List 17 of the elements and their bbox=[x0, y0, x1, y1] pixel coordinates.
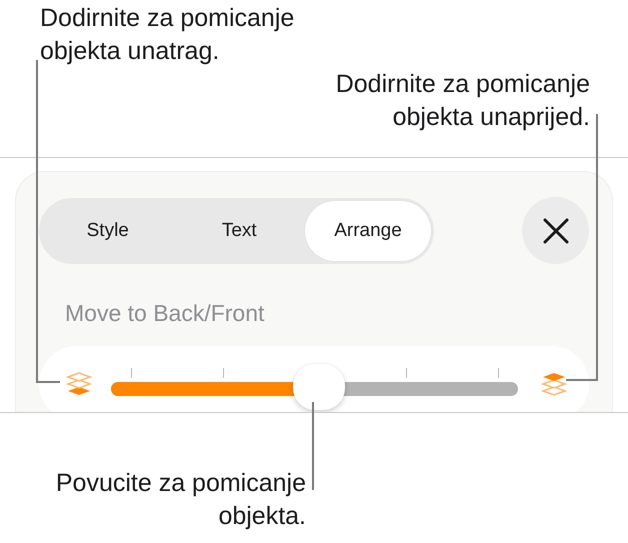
tick-mark bbox=[498, 368, 499, 378]
callout-text: Povucite za pomicanje objekta. bbox=[56, 469, 306, 530]
send-backward-button[interactable] bbox=[66, 372, 92, 396]
slider-thumb[interactable] bbox=[292, 364, 345, 410]
tick-mark bbox=[406, 368, 408, 378]
tab[interactable]: Text bbox=[174, 200, 305, 260]
bring-forward-button[interactable] bbox=[541, 372, 567, 396]
tab[interactable]: Style bbox=[42, 200, 174, 260]
tab[interactable]: Arrange bbox=[305, 200, 431, 260]
callout-text: Dodirnite za pomicanje objekta unatrag. bbox=[40, 4, 294, 65]
layers-icon bbox=[66, 372, 92, 396]
layers-icon bbox=[541, 372, 567, 396]
tick-mark bbox=[131, 368, 132, 378]
callout-text: Dodirnite za pomicanje objekta unaprijed. bbox=[336, 70, 590, 131]
section-title: Move to Back/Front bbox=[65, 300, 266, 328]
tick-mark bbox=[222, 368, 224, 378]
close-icon bbox=[542, 218, 568, 244]
